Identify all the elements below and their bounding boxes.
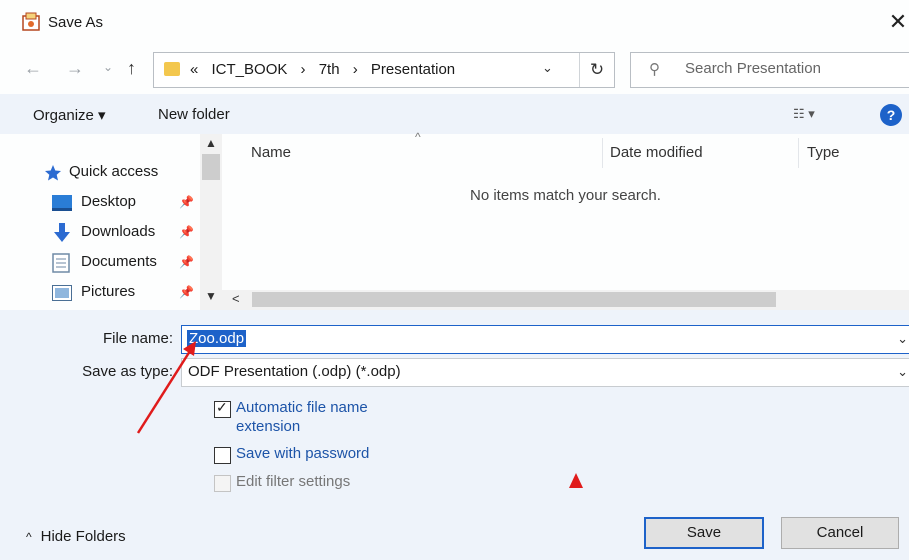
search-icon: ⚲	[649, 61, 660, 78]
chevron-down-icon[interactable]: ⌄	[897, 331, 908, 347]
breadcrumb-separator[interactable]: ›	[353, 61, 358, 78]
column-header-name[interactable]: Name	[251, 144, 291, 161]
save-as-dialog: Save As ✕ ← → ⌄ ↑ « ICT_BOOK › 7th › Pre…	[0, 0, 909, 560]
save-button[interactable]: Save	[644, 517, 764, 549]
recent-locations-button[interactable]: ⌄	[103, 60, 113, 74]
save-as-type-value: ODF Presentation (.odp) (*.odp)	[188, 363, 401, 380]
hide-folders-button[interactable]: ^ Hide Folders	[26, 528, 126, 545]
address-bar[interactable]: « ICT_BOOK › 7th › Presentation ⌄ ↻	[153, 52, 615, 88]
refresh-button[interactable]: ↻	[579, 53, 614, 87]
document-icon	[52, 253, 70, 273]
nav-item-label: Downloads	[81, 223, 156, 240]
scroll-up-arrow[interactable]: ▲	[205, 136, 217, 150]
breadcrumb-item[interactable]: Presentation	[371, 61, 455, 78]
hide-folders-label: Hide Folders	[40, 528, 126, 545]
folder-icon	[164, 62, 180, 76]
scroll-down-arrow[interactable]: ▼	[205, 289, 217, 303]
up-button[interactable]: ↑	[127, 58, 136, 79]
column-header-date-modified[interactable]: Date modified	[610, 144, 703, 161]
breadcrumb-overflow[interactable]: «	[190, 61, 198, 78]
address-dropdown-button[interactable]: ⌄	[542, 60, 553, 76]
horizontal-scrollbar[interactable]: <	[222, 290, 909, 310]
breadcrumb: « ICT_BOOK › 7th › Presentation	[190, 61, 464, 78]
nav-item-label: Pictures	[81, 283, 136, 300]
organize-button[interactable]: Organize ▾	[33, 106, 106, 124]
nav-item-downloads[interactable]: Downloads 📌	[52, 221, 200, 245]
search-box[interactable]: ⚲	[630, 52, 909, 88]
save-form: File name: Zoo.odp ⌄ Save as type: ODF P…	[0, 310, 909, 560]
file-name-label: File name:	[102, 330, 173, 347]
nav-item-label: Quick access	[69, 163, 159, 180]
download-icon	[54, 223, 70, 242]
nav-item-label: Documents	[81, 253, 157, 270]
scroll-left-arrow[interactable]: <	[232, 291, 240, 306]
breadcrumb-item[interactable]: ICT_BOOK	[212, 61, 288, 78]
command-bar: Organize ▾ New folder ☷ ▾ ?	[0, 94, 909, 134]
close-button[interactable]: ✕	[887, 6, 909, 38]
scroll-thumb[interactable]	[252, 292, 776, 307]
file-name-field[interactable]: Zoo.odp ⌄	[181, 325, 909, 354]
pin-icon[interactable]: 📌	[179, 225, 194, 239]
column-separator[interactable]	[602, 138, 603, 168]
sort-up-icon: ^	[415, 130, 421, 144]
nav-item-pictures[interactable]: Pictures 📌	[52, 281, 200, 305]
back-button[interactable]: ←	[24, 58, 42, 79]
edit-filter-settings-checkbox	[214, 475, 231, 492]
column-separator[interactable]	[798, 138, 799, 168]
auto-extension-label[interactable]: Automatic file name	[236, 399, 368, 416]
forward-button[interactable]: →	[66, 58, 84, 79]
pin-icon[interactable]: 📌	[179, 195, 194, 209]
new-folder-button[interactable]: New folder	[158, 106, 230, 123]
pictures-icon	[52, 285, 72, 301]
nav-item-label: Desktop	[81, 193, 137, 210]
window-title: Save As	[48, 14, 104, 31]
auto-extension-label-continued[interactable]: extension	[236, 418, 300, 435]
pin-icon[interactable]: 📌	[179, 255, 194, 269]
pin-icon[interactable]: 📌	[179, 285, 194, 299]
address-row: ← → ⌄ ↑ « ICT_BOOK › 7th › Presentation …	[0, 46, 909, 94]
nav-item-documents[interactable]: Documents 📌	[52, 251, 200, 275]
column-header-type[interactable]: Type	[807, 144, 840, 161]
save-as-icon	[22, 12, 40, 31]
breadcrumb-item[interactable]: 7th	[319, 61, 340, 78]
desktop-icon	[52, 195, 72, 211]
save-as-type-select[interactable]: ODF Presentation (.odp) (*.odp) ⌄	[181, 358, 909, 387]
chevron-down-icon[interactable]: ⌄	[897, 364, 908, 380]
chevron-up-icon: ^	[26, 530, 32, 544]
save-as-type-label: Save as type:	[82, 363, 173, 380]
search-input[interactable]	[685, 60, 895, 77]
file-list: ^ Name Date modified Type No items match…	[222, 130, 909, 310]
save-with-password-checkbox[interactable]	[214, 447, 231, 464]
save-with-password-label[interactable]: Save with password	[236, 445, 369, 462]
star-icon	[45, 165, 61, 181]
auto-extension-checkbox[interactable]	[214, 399, 231, 418]
nav-pane-scrollbar[interactable]: ▲ ▼	[200, 134, 222, 310]
file-name-value[interactable]: Zoo.odp	[187, 330, 247, 347]
nav-item-desktop[interactable]: Desktop 📌	[52, 191, 200, 215]
title-bar: Save As ✕	[0, 0, 909, 46]
navigation-pane: Quick access Desktop 📌 Downloads 📌 Docum…	[0, 134, 200, 310]
help-button[interactable]: ?	[880, 104, 902, 126]
red-marker	[569, 473, 583, 488]
breadcrumb-separator[interactable]: ›	[301, 61, 306, 78]
scroll-thumb[interactable]	[202, 154, 220, 180]
cancel-button[interactable]: Cancel	[781, 517, 899, 549]
edit-filter-settings-label: Edit filter settings	[236, 473, 351, 490]
view-options-button[interactable]: ☷ ▾	[793, 106, 815, 122]
empty-list-message: No items match your search.	[470, 187, 661, 204]
